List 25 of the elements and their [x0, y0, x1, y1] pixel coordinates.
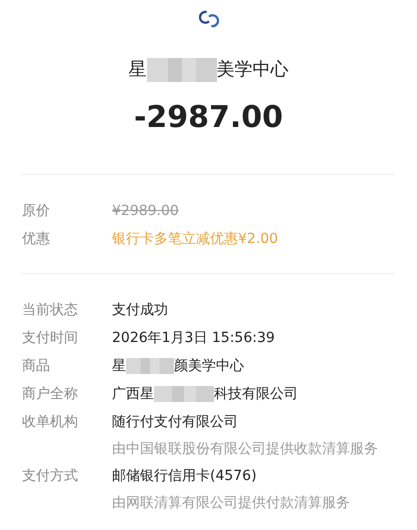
discount-text: 银行卡多笔立减优惠¥2.00	[112, 230, 278, 250]
redaction-mosaic	[154, 386, 214, 402]
row-value: 邮储银行信用卡(4576)	[112, 467, 258, 486]
redaction-mosaic	[146, 58, 216, 82]
row-label: 商户全称	[22, 385, 79, 404]
service-note: 由中国银联股份有限公司提供收款清算服务	[112, 440, 378, 460]
row-value-text: 广西星	[112, 386, 154, 402]
row-value: 随行付支付有限公司	[112, 413, 239, 432]
original-price: ¥2989.00	[112, 202, 179, 222]
redaction-mosaic	[126, 358, 174, 374]
row-value-text: 星	[112, 358, 126, 374]
row-value: 支付成功	[112, 301, 168, 320]
row-label: 支付时间	[22, 329, 79, 348]
payment-amount: -2987.00	[134, 100, 284, 136]
row-label: 优惠	[22, 230, 51, 250]
row-label: 支付方式	[22, 467, 79, 486]
row-value-text: 颜美学中心	[174, 358, 244, 374]
row-label: 原价	[22, 202, 51, 222]
row-value: 2026年1月3日 15:56:39	[112, 329, 275, 348]
service-note: 由网联清算有限公司提供付款清算服务	[112, 494, 350, 514]
row-label: 当前状态	[22, 301, 79, 320]
row-label: 商品	[22, 357, 51, 376]
row-label: 收单机构	[22, 413, 79, 432]
merchant-name: 星 美学中心	[128, 58, 288, 82]
row-value-text: 科技有限公司	[214, 386, 298, 402]
